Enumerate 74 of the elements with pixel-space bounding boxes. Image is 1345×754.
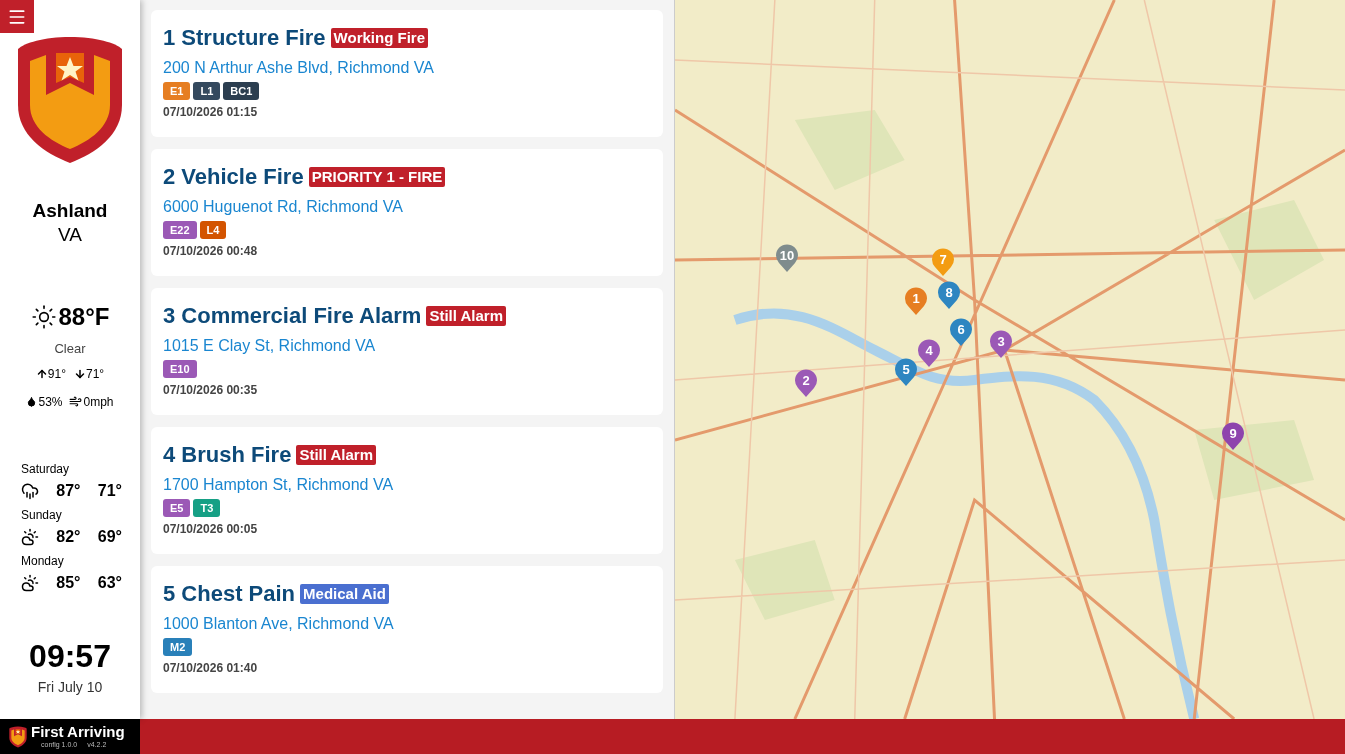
unit-tag: M2: [163, 638, 193, 656]
clock-time: 09:57: [29, 636, 111, 675]
brand-name: First Arriving: [31, 724, 125, 740]
alert-label: Still Alarm: [296, 445, 376, 465]
unit-tag: E1: [163, 82, 191, 100]
map-pin[interactable]: 5: [895, 358, 917, 386]
incident-timestamp: 07/10/2026 01:15: [163, 104, 259, 121]
wind-icon: [68, 395, 82, 408]
sun-icon: [30, 304, 57, 330]
map-pin[interactable]: 3: [990, 330, 1012, 358]
unit-tag: L1: [193, 82, 221, 100]
forecast-low: 63°: [97, 572, 122, 593]
alert-label: Working Fire: [330, 28, 428, 48]
unit-tag: L4: [199, 221, 227, 239]
incident-address: 1700 Hampton St, Richmond VA: [163, 475, 395, 495]
unit-tag: T3: [193, 499, 221, 517]
unit-tag: BC1: [223, 82, 260, 100]
forecast-high: 82°: [56, 526, 81, 547]
forecast-day: Monday: [21, 552, 122, 569]
arrow-down-icon: [74, 367, 86, 380]
forecast-day: Sunday: [21, 506, 122, 523]
wind-speed: 0mph: [83, 393, 114, 411]
current-temperature: 88°F: [58, 302, 110, 332]
clock-date: Fri July 10: [37, 677, 103, 697]
shield-logo-icon: [9, 725, 27, 748]
unit-tag: E10: [163, 360, 197, 378]
unit-tag: E5: [163, 499, 191, 517]
incident-timestamp: 07/10/2026 00:05: [163, 521, 259, 538]
incident-timestamp: 07/10/2026 00:48: [163, 243, 259, 260]
high-temperature: 91°: [47, 365, 66, 383]
incident-address: 1000 Blanton Ave, Richmond VA: [163, 614, 395, 634]
incident-timestamp: 07/10/2026 01:40: [163, 660, 259, 677]
map-pin[interactable]: 10: [776, 244, 798, 272]
shield-logo-icon: [16, 35, 124, 165]
humidity: 53%: [38, 393, 63, 411]
incident-timestamp: 07/10/2026 00:35: [163, 382, 259, 399]
city-name: Ashland: [32, 199, 108, 223]
forecast-high: 87°: [56, 480, 81, 501]
menu-button[interactable]: [0, 0, 34, 33]
map-pin[interactable]: 2: [795, 369, 817, 397]
incident-title: 3 Commercial Fire Alarm: [163, 302, 422, 330]
cloud-sun-icon: [21, 527, 39, 546]
incident-address: 6000 Huguenot Rd, Richmond VA: [163, 197, 404, 217]
incident-address: 1015 E Clay St, Richmond VA: [163, 336, 377, 356]
forecast-low: 71°: [97, 480, 122, 501]
cloud-sun-icon: [21, 573, 39, 592]
incident-address: 200 N Arthur Ashe Blvd, Richmond VA: [163, 58, 435, 78]
alert-label: PRIORITY 1 - FIRE: [308, 167, 446, 187]
droplet-icon: [26, 396, 38, 407]
weather-condition: Clear: [54, 340, 86, 358]
state-name: VA: [58, 223, 82, 247]
incident-card[interactable]: 4 Brush Fire Still Alarm 1700 Hampton St, Richmond VA E5 T3 07/10/2026 00:05: [151, 427, 663, 554]
incident-title: 1 Structure Fire: [163, 24, 326, 52]
map-pin[interactable]: 4: [918, 339, 940, 367]
arrow-up-icon: [35, 367, 48, 380]
incident-card[interactable]: 5 Chest Pain Medical Aid 1000 Blanton Ave, Richmond VA M2 07/10/2026 01:40: [151, 566, 663, 693]
forecast-day: Saturday: [21, 460, 122, 477]
rain-cloud-icon: [21, 481, 39, 500]
map-pin[interactable]: 8: [938, 281, 960, 309]
incident-title: 5 Chest Pain: [163, 580, 296, 608]
map-pin[interactable]: 6: [950, 318, 972, 346]
unit-tag: E22: [163, 221, 197, 239]
forecast-high: 85°: [56, 572, 81, 593]
incident-card[interactable]: 3 Commercial Fire Alarm Still Alarm 1015 E Clay St, Richmond VA E10 07/10/2026 00:35: [151, 288, 663, 415]
incident-title: 2 Vehicle Fire: [163, 163, 304, 191]
alert-label: Still Alarm: [426, 306, 507, 326]
incident-title: 4 Brush Fire: [163, 441, 292, 469]
forecast-low: 69°: [97, 526, 122, 547]
alert-label: Medical Aid: [300, 584, 389, 604]
incident-card[interactable]: 1 Structure Fire Working Fire 200 N Arthur Ashe Blvd, Richmond VA E1 L1 BC1 07/10/2026 01:15: [151, 10, 663, 137]
map-pin[interactable]: 1: [905, 287, 927, 315]
map-pin[interactable]: 9: [1222, 422, 1244, 450]
incident-card[interactable]: 2 Vehicle Fire PRIORITY 1 - FIRE 6000 Huguenot Rd, Richmond VA E22 L4 07/10/2026 00:48: [151, 149, 663, 276]
low-temperature: 71°: [86, 365, 105, 383]
